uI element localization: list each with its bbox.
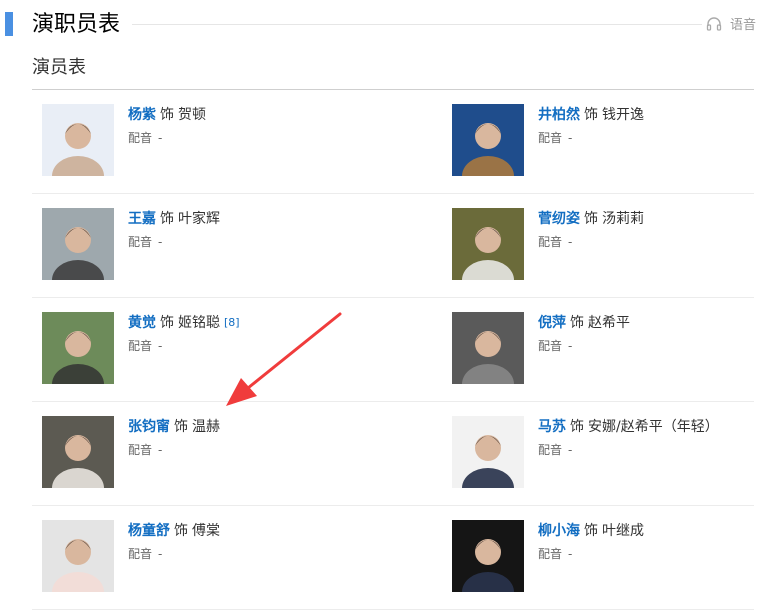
actor-name-link[interactable]: 黄觉 xyxy=(128,315,156,331)
actor-name-link[interactable]: 柳小海 xyxy=(538,523,580,539)
dub-value: - xyxy=(158,443,163,457)
cast-item: 张钧甯饰温赫 配音 - xyxy=(42,402,402,505)
role-name: 姬铭聪 xyxy=(178,315,220,331)
actor-name-link[interactable]: 倪萍 xyxy=(538,315,566,331)
dub-label: 配音 xyxy=(128,131,153,145)
role-connector: 饰 xyxy=(584,211,598,227)
actor-photo[interactable] xyxy=(42,416,114,488)
role-name: 温赫 xyxy=(192,419,220,435)
dub-label: 配音 xyxy=(128,235,153,249)
cast-subtitle: 演员表 xyxy=(32,57,86,78)
role-name: 贺顿 xyxy=(178,107,206,123)
cast-row: 张钧甯饰温赫 配音 - 马苏饰安娜/赵希平（年轻） 配音 - xyxy=(32,402,754,506)
dub-value: - xyxy=(158,235,163,249)
cast-item: 杨童舒饰傅棠 配音 - xyxy=(42,506,402,609)
cast-row: 黄觉饰姬铭聪 [8] 配音 - 倪萍饰赵希平 配音 - xyxy=(32,298,754,402)
dub-value: - xyxy=(568,547,573,561)
cast-item: 马苏饰安娜/赵希平（年轻） 配音 - xyxy=(452,402,762,505)
dub-label: 配音 xyxy=(538,443,563,457)
actor-name-link[interactable]: 马苏 xyxy=(538,419,566,435)
role-name: 安娜/赵希平（年轻） xyxy=(588,419,719,435)
citation-link[interactable]: [8] xyxy=(224,316,240,329)
cast-item: 菅纫姿饰汤莉莉 配音 - xyxy=(452,194,762,297)
dub-label: 配音 xyxy=(538,339,563,353)
role-name: 汤莉莉 xyxy=(602,211,644,227)
role-connector: 饰 xyxy=(160,211,174,227)
dub-value: - xyxy=(568,443,573,457)
section-title: 演职员表 xyxy=(32,12,121,37)
section-accent-bar xyxy=(5,12,13,36)
dub-value: - xyxy=(158,339,163,353)
cast-item: 倪萍饰赵希平 配音 - xyxy=(452,298,762,401)
title-divider xyxy=(132,24,702,25)
headphones-icon xyxy=(706,16,722,31)
role-connector: 饰 xyxy=(174,523,188,539)
cast-row: 杨紫饰贺顿 配音 - 井柏然饰钱开逸 配音 - xyxy=(32,90,754,194)
cast-item: 柳小海饰叶继成 配音 - xyxy=(452,506,762,609)
actor-photo[interactable] xyxy=(42,312,114,384)
role-connector: 饰 xyxy=(584,523,598,539)
actor-name-link[interactable]: 井柏然 xyxy=(538,107,580,123)
dub-label: 配音 xyxy=(538,235,563,249)
actor-name-link[interactable]: 杨紫 xyxy=(128,107,156,123)
cast-grid: 杨紫饰贺顿 配音 - 井柏然饰钱开逸 配音 - 王嘉饰叶家辉 配音 - 菅纫姿 … xyxy=(32,90,754,610)
voice-button[interactable]: 语音 xyxy=(706,14,756,33)
role-name: 叶继成 xyxy=(602,523,644,539)
cast-item: 井柏然饰钱开逸 配音 - xyxy=(452,90,762,193)
role-name: 傅棠 xyxy=(192,523,220,539)
role-connector: 饰 xyxy=(174,419,188,435)
actor-name-link[interactable]: 杨童舒 xyxy=(128,523,170,539)
actor-name-link[interactable]: 张钧甯 xyxy=(128,419,170,435)
actor-photo[interactable] xyxy=(452,312,524,384)
role-connector: 饰 xyxy=(160,315,174,331)
voice-label: 语音 xyxy=(729,18,756,33)
role-connector: 饰 xyxy=(570,419,584,435)
cast-row: 王嘉饰叶家辉 配音 - 菅纫姿饰汤莉莉 配音 - xyxy=(32,194,754,298)
dub-value: - xyxy=(158,131,163,145)
actor-name-link[interactable]: 王嘉 xyxy=(128,211,156,227)
role-connector: 饰 xyxy=(160,107,174,123)
actor-photo[interactable] xyxy=(452,520,524,592)
dub-label: 配音 xyxy=(538,547,563,561)
actor-photo[interactable] xyxy=(42,104,114,176)
dub-label: 配音 xyxy=(538,131,563,145)
dub-value: - xyxy=(568,339,573,353)
actor-photo[interactable] xyxy=(452,208,524,280)
actor-photo[interactable] xyxy=(42,208,114,280)
actor-photo[interactable] xyxy=(452,104,524,176)
actor-photo[interactable] xyxy=(42,520,114,592)
cast-item: 杨紫饰贺顿 配音 - xyxy=(42,90,402,193)
cast-item: 王嘉饰叶家辉 配音 - xyxy=(42,194,402,297)
actor-photo[interactable] xyxy=(452,416,524,488)
role-name: 叶家辉 xyxy=(178,211,220,227)
dub-label: 配音 xyxy=(128,339,153,353)
dub-label: 配音 xyxy=(128,547,153,561)
actor-name-link[interactable]: 菅纫姿 xyxy=(538,211,580,227)
role-name: 钱开逸 xyxy=(602,107,644,123)
cast-item: 黄觉饰姬铭聪 [8] 配音 - xyxy=(42,298,402,401)
role-name: 赵希平 xyxy=(588,315,630,331)
role-connector: 饰 xyxy=(570,315,584,331)
cast-row: 杨童舒饰傅棠 配音 - 柳小海饰叶继成 配音 - xyxy=(32,506,754,610)
role-connector: 饰 xyxy=(584,107,598,123)
dub-value: - xyxy=(568,235,573,249)
dub-label: 配音 xyxy=(128,443,153,457)
dub-value: - xyxy=(158,547,163,561)
dub-value: - xyxy=(568,131,573,145)
